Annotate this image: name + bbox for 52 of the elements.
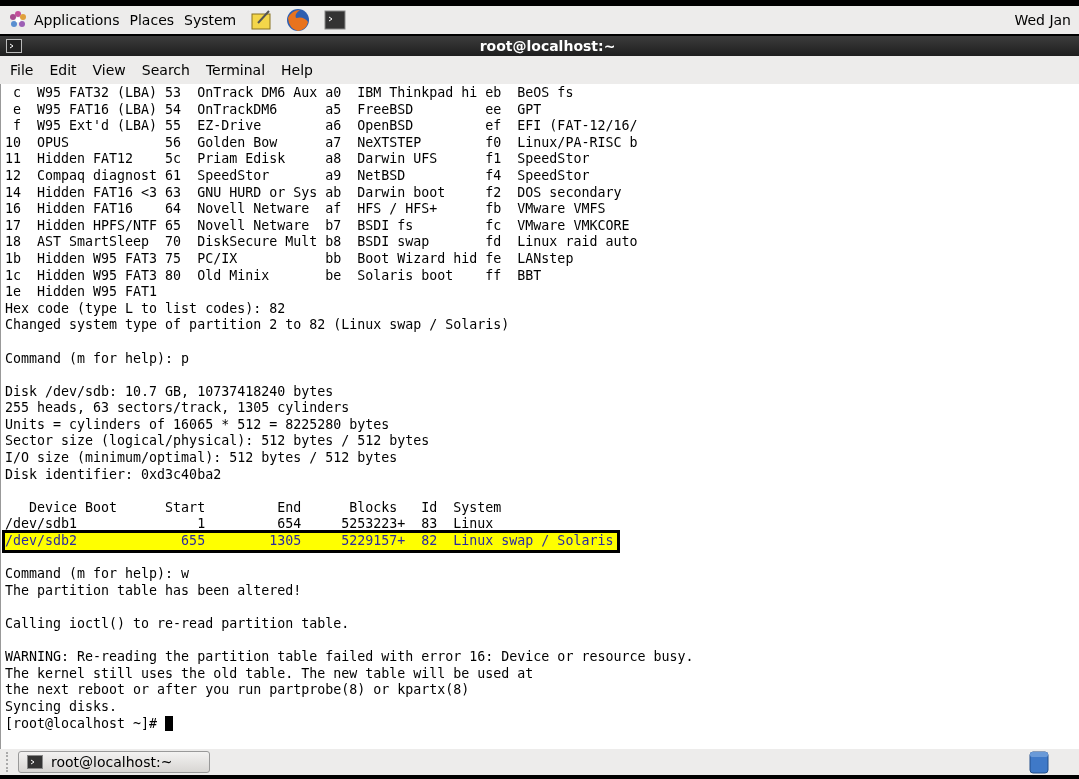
- terminal-line: Command (m for help): p: [5, 350, 190, 368]
- menu-item[interactable]: Help: [273, 62, 321, 78]
- terminal-line: e W95 FAT16 (LBA) 54 OnTrackDM6 a5 FreeBSD ee GPT: [12, 101, 542, 119]
- panel-menu[interactable]: Places: [129, 12, 175, 28]
- terminal-line: the next reboot or after you run partprobe(8) or kpartx(8): [5, 682, 470, 699]
- terminal-line: 14 Hidden FAT16 <3 63 GNU HURD or Sys ab Darwin boot f2 DOS secondary: [5, 184, 622, 202]
- terminal-line: f W95 Ext'd (LBA) 55 EZ-Drive a6 OpenBSD ef EFI (FAT-12/16/: [12, 118, 638, 135]
- terminal-icon: [27, 755, 43, 769]
- terminal-line: I/O size (minimum/optimal): 512 bytes / 512 bytes: [5, 450, 398, 467]
- terminal-line: 1e Hidden W95 FAT1: [5, 284, 158, 301]
- terminal-line: Changed system type of partition 2 to 82 (Linux swap / Solaris): [5, 317, 510, 334]
- terminal-line: WARNING: Re-reading the partition table failed with error 16: Device or resource busy.: [5, 649, 694, 666]
- terminal-line: /dev/sdb1 1 654 5253223+ 83 Linux: [5, 516, 494, 534]
- menu-item[interactable]: File: [2, 62, 42, 78]
- terminal-line: 17 Hidden HPFS/NTF 65 Novell Netware b7 BSDI fs fc VMware VMKCORE: [5, 217, 630, 235]
- terminal-line: Disk identifier: 0xd3c40ba2: [5, 466, 222, 484]
- clock[interactable]: Wed Jan: [1014, 12, 1071, 28]
- terminal-icon: [6, 39, 22, 53]
- flower-logo-icon[interactable]: [8, 10, 28, 30]
- terminal-line: Device Boot Start End Blocks Id System: [28, 499, 502, 517]
- text-cursor: [165, 716, 174, 732]
- terminal-line: The partition table has been altered!: [5, 582, 302, 600]
- panel-menu[interactable]: Applications: [34, 12, 120, 28]
- terminal-line: Sector size (logical/physical): 512 bytes / 512 bytes: [5, 433, 430, 451]
- browser-globe-icon[interactable]: [286, 8, 311, 32]
- terminal-line: 16 Hidden FAT16 64 Novell Netware af HFS / HFS+ fb VMware VMFS: [5, 201, 606, 218]
- terminal-line: Command (m for help): w: [5, 566, 190, 583]
- terminal-line: 12 Compaq diagnost 61 SpeedStor a9 NetBSD f4 SpeedStor: [5, 167, 590, 185]
- terminal-line: The kernel still uses the old table. The new table will be used at: [5, 665, 534, 683]
- menu-item[interactable]: View: [84, 62, 134, 78]
- terminal-line: 18 AST SmartSleep 70 DiskSecure Mult b8 BSDI swap fd Linux raid auto: [5, 234, 638, 251]
- terminal-line: c W95 FAT32 (LBA) 53 OnTrack DM6 Aux a0 IBM Thinkpad hi eb BeOS fs: [12, 85, 574, 102]
- terminal-line: Calling ioctl() to re-read partition table.: [5, 616, 350, 633]
- menu-item[interactable]: Edit: [41, 62, 85, 78]
- taskbar-button[interactable]: root@localhost:~: [18, 751, 210, 773]
- terminal-line: Units = cylinders of 16065 * 512 = 8225280 bytes: [5, 416, 390, 434]
- terminal-line: 10 OPUS 56 Golden Bow a7 NeXTSTEP f0 Linux/PA-RISC b: [5, 134, 638, 152]
- panel-menu[interactable]: System: [184, 12, 237, 28]
- terminal-line: Disk /dev/sdb: 10.7 GB, 10737418240 bytes: [5, 383, 334, 401]
- terminal-icon[interactable]: [324, 9, 347, 31]
- menu-item[interactable]: Terminal: [197, 62, 274, 78]
- terminal-line: 255 heads, 63 sectors/track, 1305 cylinders: [5, 400, 350, 417]
- terminal-line: 11 Hidden FAT12 5c Priam Edisk a8 Darwin UFS f1 SpeedStor: [5, 151, 590, 168]
- terminal-line: Hex code (type L to list codes): 82: [5, 300, 286, 318]
- terminal-line: Syncing disks.: [5, 698, 118, 716]
- terminal-line: 1c Hidden W95 FAT3 80 Old Minix be Solaris boot ff BBT: [5, 267, 542, 285]
- terminal-line: 1b Hidden W95 FAT3 75 PC/IX bb Boot Wizard hid fe LANstep: [5, 250, 574, 268]
- window-title: root@localhost:~: [478, 38, 617, 54]
- menu-item[interactable]: Search: [133, 62, 198, 78]
- notepad-icon[interactable]: [250, 9, 273, 31]
- trash-bin-icon[interactable]: [1029, 750, 1049, 774]
- shell-prompt: [root@localhost ~]#: [5, 715, 158, 733]
